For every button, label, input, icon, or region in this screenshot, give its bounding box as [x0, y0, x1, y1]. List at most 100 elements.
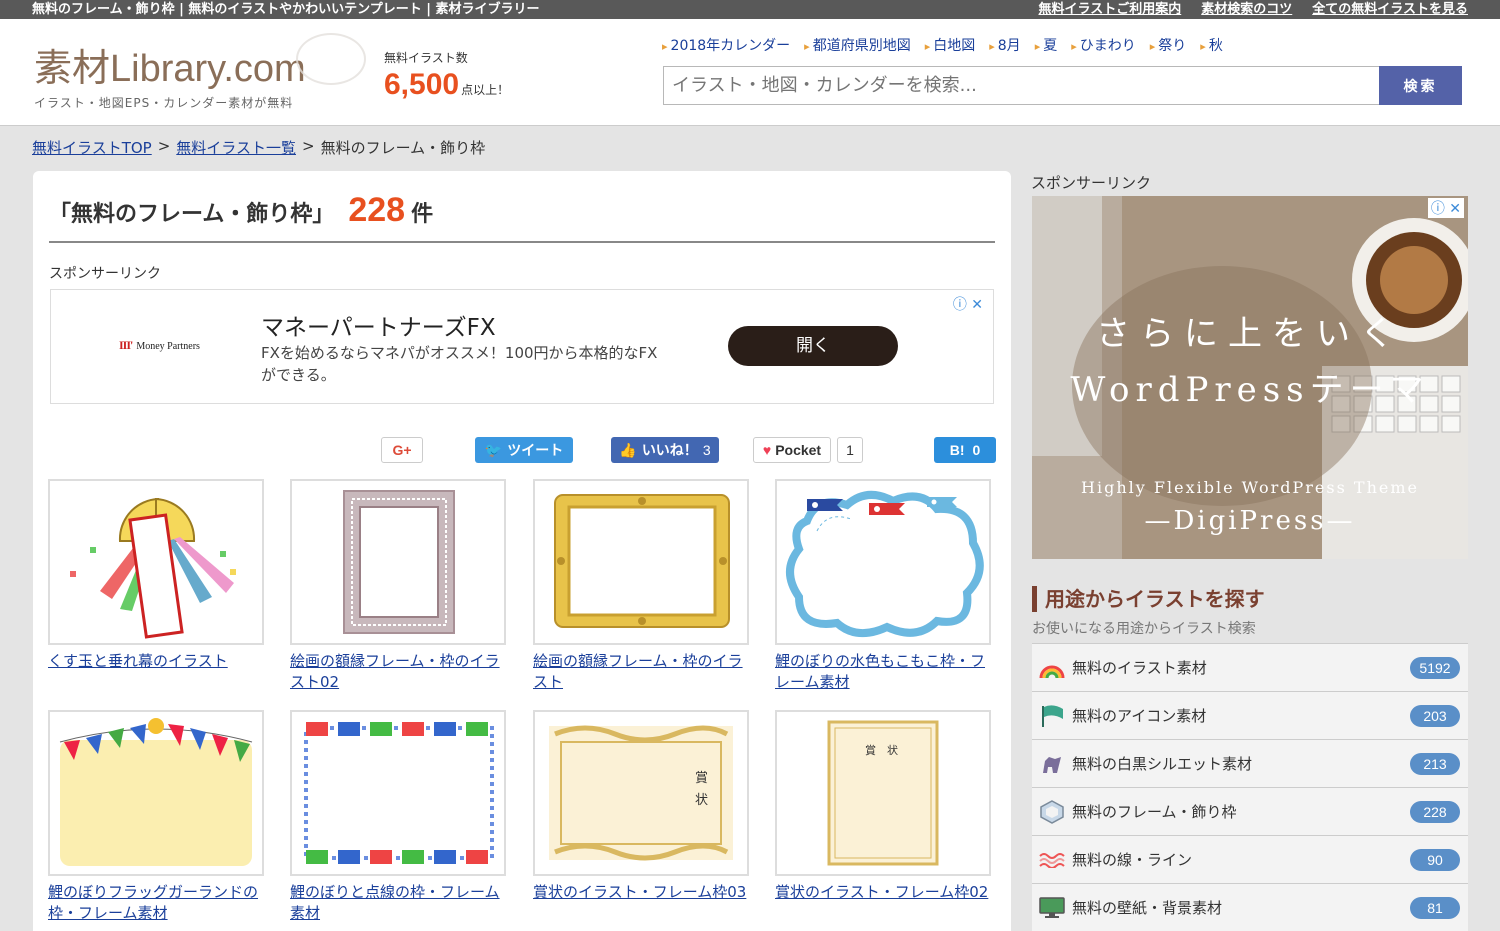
thumbs-up-icon: 👍 [619, 441, 637, 458]
koinobori-cloud-frame-thumbnail[interactable] [775, 479, 991, 645]
count-suffix: 点以上！ [461, 83, 510, 97]
quick-link-autumn[interactable]: 秋 [1200, 35, 1223, 55]
koinobori-garland-frame-thumbnail[interactable] [48, 710, 264, 876]
koinobori-dotted-frame-thumbnail[interactable] [290, 710, 506, 876]
category-count-badge: 213 [1410, 753, 1460, 775]
category-item[interactable]: 無料の白黒シルエット素材 213 [1032, 739, 1468, 787]
picture-frame-thumbnail[interactable] [533, 479, 749, 645]
illustration-caption-link[interactable]: 鯉のぼりと点線の枠・フレーム素材 [290, 882, 506, 924]
category-label: 無料の線・ライン [1072, 851, 1193, 869]
breadcrumb-separator: > [157, 137, 171, 155]
award-char: 状 [695, 793, 708, 808]
illustration-caption-link[interactable]: 絵画の額縁フレーム・枠のイラスト02 [290, 651, 506, 693]
award-frame-03-thumbnail[interactable]: 賞 状 [533, 710, 749, 876]
illustration-caption-link[interactable]: くす玉と垂れ幕のイラスト [48, 651, 264, 672]
quick-links: 2018年カレンダー 都道府県別地図 白地図 8月 夏 ひまわり 祭り 秋 [662, 35, 1223, 55]
illustration-card[interactable]: 絵画の額縁フレーム・枠のイラスト02 [290, 479, 506, 693]
count-label: 無料イラスト数 [384, 51, 468, 65]
illustration-card[interactable]: 賞 状 賞状のイラスト・フレーム枠02 [775, 710, 991, 903]
category-label: 無料の壁紙・背景素材 [1072, 899, 1223, 917]
twitter-bird-icon: 🐦 [484, 441, 503, 458]
illustration-card[interactable]: 賞 状 賞状のイラスト・フレーム枠03 [533, 710, 749, 903]
quick-link-calendar[interactable]: 2018年カレンダー [662, 35, 791, 55]
categories-subheading: お使いになる用途からイラスト検索 [1032, 621, 1256, 637]
main-content: 「無料のフレーム・飾り枠」 228 件 スポンサーリンク III' Money Par… [33, 171, 1011, 931]
category-item[interactable]: 無料のアイコン素材 203 [1032, 691, 1468, 739]
ad-banner[interactable]: III' Money Partners マネーパートナーズFX FXを始めるならマ… [50, 289, 994, 404]
sidebar-ad-banner[interactable]: さらに上をいく WordPressテーマ Highly Flexible Wor… [1032, 196, 1468, 559]
search-button[interactable]: 検索 [1379, 66, 1462, 105]
ad-line-3: Highly Flexible WordPress Theme [1081, 478, 1419, 497]
illustration-caption-link[interactable]: 鯉のぼりの水色もこもこ枠・フレーム素材 [775, 651, 991, 693]
tweet-button[interactable]: 🐦 ツイート [475, 437, 573, 463]
quick-link-festival[interactable]: 祭り [1150, 35, 1186, 55]
category-item[interactable]: 無料の線・ライン 90 [1032, 835, 1468, 883]
quick-link-summer[interactable]: 夏 [1035, 35, 1057, 55]
breadcrumb-separator: > [302, 137, 315, 155]
ad-headline: マネーパートナーズFX [261, 315, 496, 341]
ad-line-1: さらに上をいく [1096, 314, 1404, 354]
monitor-icon [1038, 896, 1066, 920]
illustration-card[interactable]: くす玉と垂れ幕のイラスト [48, 479, 264, 672]
breadcrumb-list-link[interactable]: 無料イラスト一覧 [176, 137, 296, 158]
page-title-text: 「無料のフレーム・飾り枠」 [49, 202, 335, 227]
category-item[interactable]: 無料のフレーム・飾り枠 228 [1032, 787, 1468, 835]
quick-link-august[interactable]: 8月 [989, 35, 1021, 55]
google-plus-button[interactable]: G+ [381, 437, 423, 463]
logo-stamp-decoration [296, 33, 366, 85]
category-count-badge: 90 [1410, 849, 1460, 871]
result-count-unit: 件 [411, 202, 434, 227]
ad-open-button[interactable]: 開く [728, 326, 898, 366]
pocket-count: 1 [837, 437, 863, 463]
result-count: 228 [348, 191, 406, 229]
search-input[interactable] [663, 66, 1379, 105]
category-count-badge: 5192 [1410, 657, 1460, 679]
rainbow-icon [1038, 656, 1066, 680]
search-form: 検索 [663, 66, 1462, 105]
breadcrumb: 無料イラストTOP > 無料イラスト一覧 > 無料のフレーム・飾り枠 [32, 137, 485, 158]
page-title: 「無料のフレーム・飾り枠」 228 件 [49, 191, 995, 243]
site-header: 素材Library.com イラスト・地図EPS・カレンダー素材が無料 無料イラ… [0, 19, 1500, 126]
categories-heading: 用途からイラストを探す [1032, 586, 1265, 612]
ad-info-close-icon[interactable]: ⓘ ✕ [1427, 198, 1464, 218]
quick-link-prefecture-map[interactable]: 都道府県別地図 [804, 35, 911, 55]
award-char: 賞 [695, 771, 708, 786]
ad-info-close-icon[interactable]: ⓘ ✕ [953, 294, 983, 314]
search-tips-link[interactable]: 素材検索のコツ [1201, 0, 1292, 19]
illustration-card[interactable]: 鯉のぼりフラッグガーランドの枠・フレーム素材 [48, 710, 264, 924]
site-tagline: 無料のフレーム・飾り枠 | 無料のイラストやかわいいテンプレート | 素材ライブ… [32, 2, 540, 17]
picture-frame-02-thumbnail[interactable] [290, 479, 506, 645]
illustration-card[interactable]: 鯉のぼりと点線の枠・フレーム素材 [290, 710, 506, 924]
usage-guide-link[interactable]: 無料イラストご利用案内 [1038, 0, 1181, 19]
award-frame-02-thumbnail[interactable]: 賞 状 [775, 710, 991, 876]
quick-link-blank-map[interactable]: 白地図 [925, 35, 975, 55]
illustration-caption-link[interactable]: 絵画の額縁フレーム・枠のイラスト [533, 651, 749, 693]
breadcrumb-home-link[interactable]: 無料イラストTOP [32, 137, 152, 158]
kusudama-thumbnail[interactable] [48, 479, 264, 645]
category-label: 無料の白黒シルエット素材 [1072, 755, 1253, 773]
illustration-caption-link[interactable]: 賞状のイラスト・フレーム枠02 [775, 882, 991, 903]
sponsor-label: スポンサーリンク [49, 266, 161, 282]
category-label: 無料のフレーム・飾り枠 [1072, 803, 1237, 821]
category-label: 無料のアイコン素材 [1072, 707, 1207, 725]
logo-subtitle: イラスト・地図EPS・カレンダー素材が無料 [34, 96, 294, 110]
category-label: 無料のイラスト素材 [1072, 659, 1207, 677]
all-illustrations-link[interactable]: 全ての無料イラストを見る [1312, 0, 1468, 19]
flag-icon [1038, 704, 1066, 728]
illustration-card[interactable]: 絵画の額縁フレーム・枠のイラスト [533, 479, 749, 693]
category-count-badge: 228 [1410, 801, 1460, 823]
quick-link-sunflower[interactable]: ひまわり [1071, 35, 1136, 55]
site-logo[interactable]: 素材Library.com イラスト・地図EPS・カレンダー素材が無料 [34, 33, 366, 127]
category-item[interactable]: 無料の壁紙・背景素材 81 [1032, 883, 1468, 931]
top-bar: 無料のフレーム・飾り枠 | 無料のイラストやかわいいテンプレート | 素材ライブ… [0, 0, 1500, 19]
category-list: 無料のイラスト素材 5192 無料のアイコン素材 203 無料の白黒シルエット素… [1032, 643, 1468, 931]
illustration-caption-link[interactable]: 鯉のぼりフラッグガーランドの枠・フレーム素材 [48, 882, 264, 924]
illustration-caption-link[interactable]: 賞状のイラスト・フレーム枠03 [533, 882, 749, 903]
pocket-button[interactable]: ♥ Pocket [753, 437, 831, 463]
sidebar-sponsor-label: スポンサーリンク [1031, 174, 1152, 192]
silhouette-icon [1038, 752, 1066, 776]
hatena-bookmark-button[interactable]: B! 0 [934, 437, 996, 463]
category-item[interactable]: 無料のイラスト素材 5192 [1032, 643, 1468, 691]
facebook-like-button[interactable]: 👍 いいね！ 3 [611, 437, 719, 463]
illustration-card[interactable]: 鯉のぼりの水色もこもこ枠・フレーム素材 [775, 479, 991, 693]
